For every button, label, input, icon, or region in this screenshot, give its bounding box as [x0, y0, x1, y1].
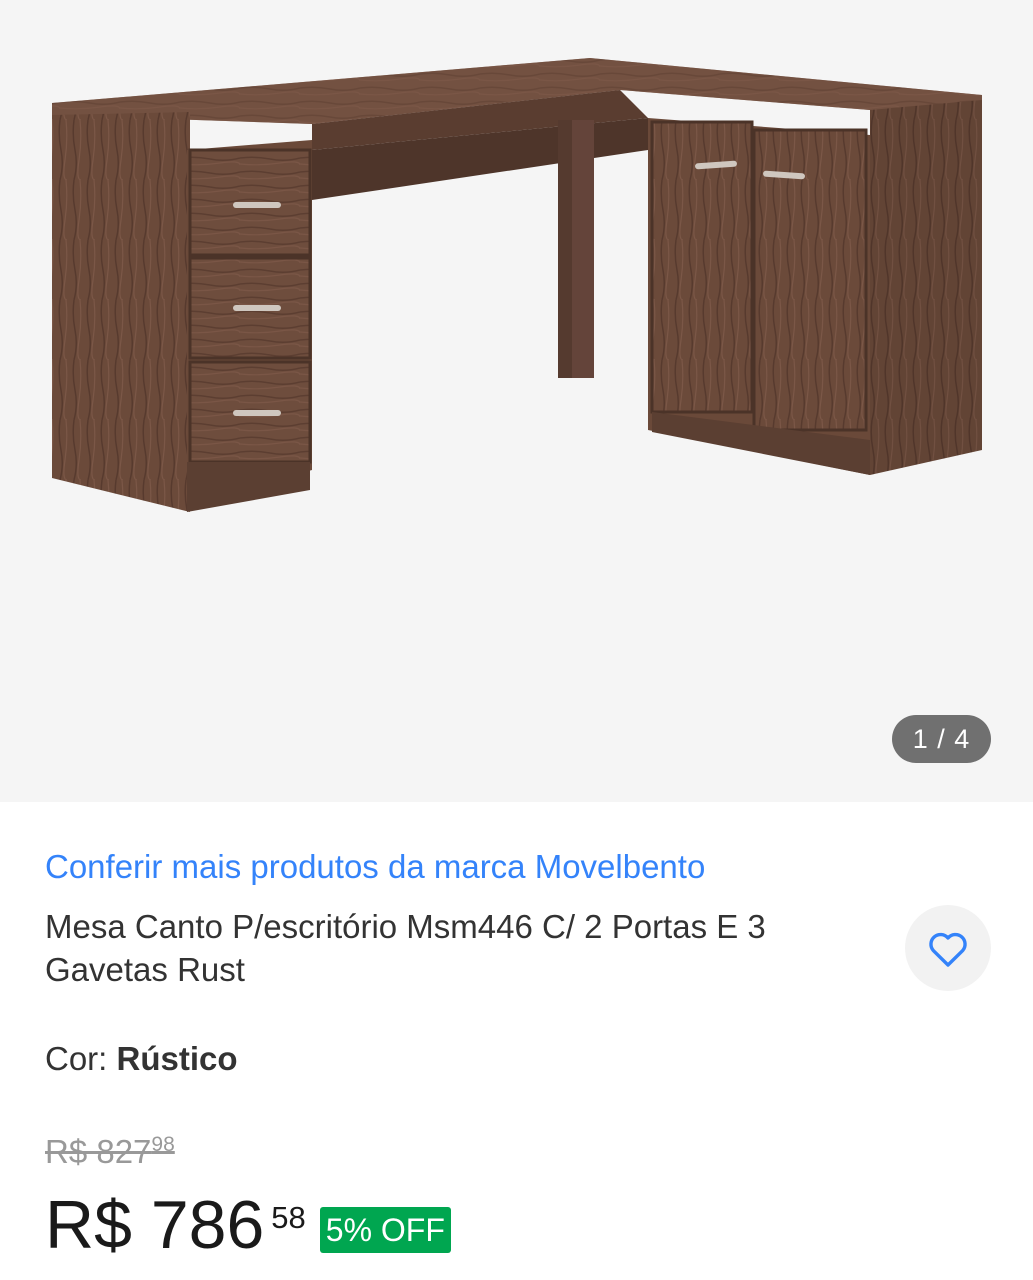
- color-variant: Cor: Rústico: [45, 1040, 238, 1078]
- brand-products-link[interactable]: Conferir mais produtos da marca Movelben…: [45, 848, 705, 886]
- original-price-amount: R$ 827: [45, 1133, 152, 1170]
- product-image: [52, 58, 982, 512]
- variant-label: Cor:: [45, 1040, 117, 1077]
- discount-badge: 5% OFF: [319, 1207, 451, 1253]
- original-price-cents: 98: [151, 1133, 175, 1156]
- current-price: R$ 786 58 5% OFF: [45, 1183, 451, 1273]
- product-image-gallery[interactable]: 1 / 4: [0, 0, 1033, 802]
- variant-value: Rústico: [116, 1040, 238, 1077]
- original-price: R$ 82798: [45, 1133, 175, 1171]
- price-cents: 58: [271, 1200, 306, 1235]
- heart-outline-icon: [929, 932, 967, 967]
- product-title: Mesa Canto P/escritório Msm446 C/ 2 Port…: [45, 908, 766, 988]
- favorite-button[interactable]: [905, 905, 991, 991]
- image-counter: 1 / 4: [892, 715, 991, 763]
- price-amount: R$ 786: [45, 1187, 265, 1263]
